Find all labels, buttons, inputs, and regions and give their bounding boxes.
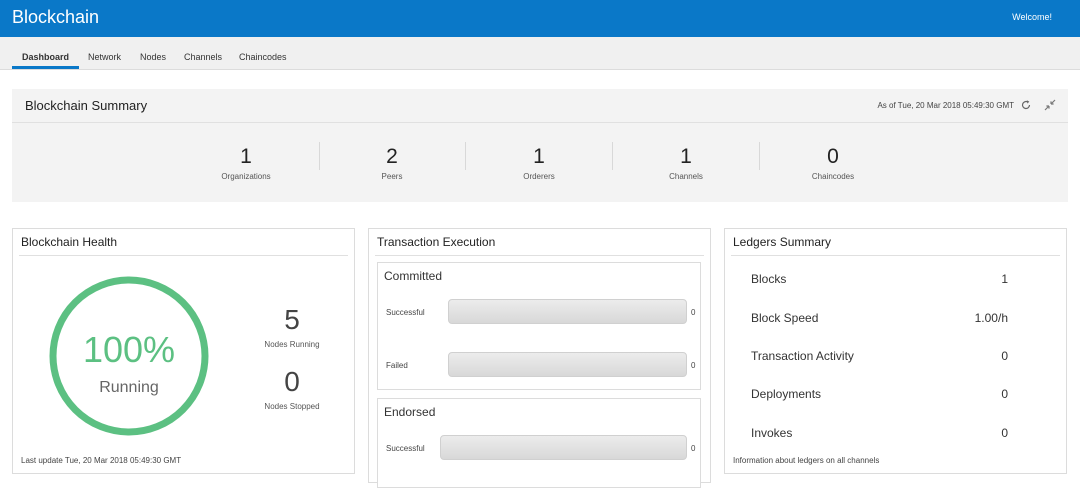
stat-organizations: 1 Organizations <box>176 145 316 181</box>
divider <box>375 255 704 256</box>
tab-chaincodes[interactable]: Chaincodes <box>239 52 287 62</box>
ledger-row-value: 0 <box>1001 387 1008 401</box>
tab-nodes[interactable]: Nodes <box>140 52 166 62</box>
welcome-menu[interactable]: Welcome! <box>1012 12 1052 22</box>
nodes-stopped-label: Nodes Stopped <box>264 402 320 411</box>
stat-label: Orderers <box>523 172 555 181</box>
divider <box>19 255 348 256</box>
committed-title: Committed <box>384 269 443 283</box>
endorsed-successful-value: 0 <box>691 444 696 453</box>
stat-divider <box>759 142 760 170</box>
stat-divider <box>319 142 320 170</box>
ledgers-summary-panel: Ledgers Summary Blocks 1 Block Speed 1.0… <box>724 228 1067 474</box>
nodes-stopped-value: 0 <box>284 366 300 397</box>
last-update: Last update Tue, 20 Mar 2018 05:49:30 GM… <box>21 456 182 465</box>
ledger-row-value: 0 <box>1001 426 1008 440</box>
summary-header: Blockchain Summary As of Tue, 20 Mar 201… <box>12 89 1068 123</box>
collapse-icon[interactable] <box>1044 99 1056 111</box>
top-bar: Blockchain Welcome! <box>0 0 1080 37</box>
ledger-row-label: Deployments <box>751 387 822 401</box>
committed-successful-label: Successful <box>386 308 425 317</box>
committed-successful-value: 0 <box>691 308 696 317</box>
transactions-title: Transaction Execution <box>377 235 496 249</box>
stat-orderers: 1 Orderers <box>469 145 609 181</box>
stat-channels: 1 Channels <box>616 145 756 181</box>
endorsed-title: Endorsed <box>384 405 436 419</box>
nodes-running-value: 5 <box>284 304 300 335</box>
stat-label: Chaincodes <box>811 172 855 181</box>
tab-network[interactable]: Network <box>88 52 121 62</box>
ledgers-title: Ledgers Summary <box>733 235 832 249</box>
blockchain-health-panel: Blockchain Health 100% Running 5 Nodes R… <box>12 228 355 474</box>
committed-failed-value: 0 <box>691 361 696 370</box>
ledger-row-value: 1 <box>1001 272 1008 286</box>
stat-value: 0 <box>827 145 839 168</box>
stat-value: 2 <box>386 145 398 168</box>
stat-chaincodes: 0 Chaincodes <box>763 145 903 181</box>
stat-value: 1 <box>240 145 252 168</box>
ledger-row-label: Blocks <box>751 272 787 286</box>
stat-label: Channels <box>669 172 703 181</box>
ledger-row-value: 0 <box>1001 349 1008 363</box>
health-title: Blockchain Health <box>21 235 118 249</box>
tab-channels[interactable]: Channels <box>184 52 222 62</box>
committed-successful-bar <box>448 299 687 324</box>
health-percent: 100% <box>82 329 176 370</box>
stat-peers: 2 Peers <box>322 145 462 181</box>
endorsed-section: Endorsed Successful 0 <box>377 398 701 488</box>
ledger-row-label: Block Speed <box>751 311 819 325</box>
endorsed-successful-label: Successful <box>386 444 425 453</box>
ledger-row-label: Invokes <box>751 426 793 440</box>
transaction-execution-panel: Transaction Execution Committed Successf… <box>368 228 711 488</box>
active-tab-indicator <box>12 66 79 69</box>
stat-label: Organizations <box>221 172 271 181</box>
committed-failed-bar <box>448 352 687 377</box>
committed-failed-label: Failed <box>386 361 408 370</box>
stat-value: 1 <box>680 145 692 168</box>
tab-dashboard[interactable]: Dashboard <box>22 52 69 62</box>
stat-label: Peers <box>381 172 403 181</box>
summary-timestamp: As of Tue, 20 Mar 2018 05:49:30 GMT <box>877 101 1014 110</box>
tab-bar: Dashboard Network Nodes Channels Chainco… <box>0 37 1080 70</box>
divider <box>731 255 1060 256</box>
ledgers-note: Information about ledgers on all channel… <box>733 456 880 465</box>
nodes-running-label: Nodes Running <box>264 340 320 349</box>
app-title: Blockchain <box>12 7 100 27</box>
ledger-row-label: Transaction Activity <box>751 349 854 363</box>
refresh-icon[interactable] <box>1020 99 1032 111</box>
committed-section: Committed Successful 0 Failed 0 <box>377 262 701 390</box>
stat-value: 1 <box>533 145 545 168</box>
endorsed-successful-bar <box>440 435 687 460</box>
health-state: Running <box>99 379 159 396</box>
ledger-row-value: 1.00/h <box>974 311 1008 325</box>
summary-title: Blockchain Summary <box>25 98 148 113</box>
stat-divider <box>465 142 466 170</box>
stat-divider <box>612 142 613 170</box>
